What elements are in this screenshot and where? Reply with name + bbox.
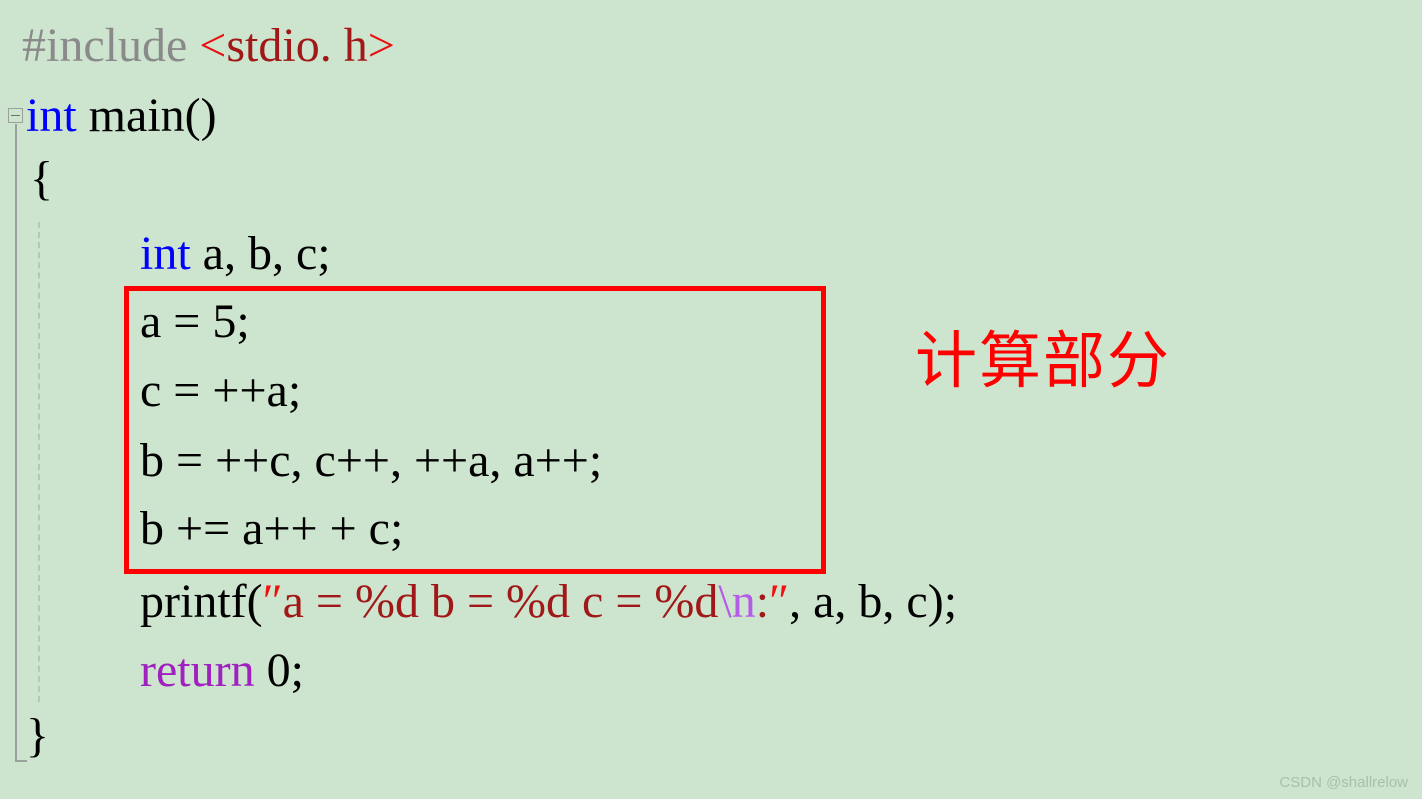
angle-bracket-open-token: < xyxy=(199,19,227,72)
argument-list-token: , a, b, c); xyxy=(789,575,958,628)
string-literal-tail-token: : xyxy=(755,575,770,628)
string-open-quote-token: ″ xyxy=(262,575,283,628)
code-line-include[interactable]: #include <stdio. h> xyxy=(22,22,395,70)
angle-bracket-close-token: > xyxy=(367,19,395,72)
code-line-assign-a[interactable]: a = 5; xyxy=(140,298,250,346)
statement-token: b = ++c, c++, ++a, a++; xyxy=(140,434,603,487)
code-line-declaration[interactable]: int a, b, c; xyxy=(140,230,331,278)
variable-list-token: a, b, c; xyxy=(190,227,331,280)
annotation-label: 计算部分 xyxy=(915,324,1172,397)
code-editor-canvas: #include <stdio. h> int main() { int a, … xyxy=(0,0,1422,799)
statement-token: c = ++a; xyxy=(140,364,302,417)
code-line-assign-b-compound[interactable]: b += a++ + c; xyxy=(140,505,403,553)
close-brace-token: } xyxy=(26,709,50,762)
statement-token: b += a++ + c; xyxy=(140,502,404,555)
function-call-token: printf( xyxy=(140,575,263,628)
open-brace-token: { xyxy=(30,152,54,205)
keyword-int-token: int xyxy=(140,227,191,280)
preprocessor-directive-token: #include xyxy=(22,19,200,72)
fold-range-line xyxy=(15,124,17,762)
code-line-printf[interactable]: printf(″a = %d b = %d c = %d\n:″, a, b, … xyxy=(140,578,957,626)
code-line-return[interactable]: return 0; xyxy=(140,647,304,695)
keyword-return-token: return xyxy=(140,644,255,697)
collapse-fold-icon[interactable] xyxy=(8,108,23,123)
string-literal-token: a = %d b = %d c = %d xyxy=(282,575,719,628)
code-line-close-brace[interactable]: } xyxy=(26,712,49,760)
header-name-token: stdio. h xyxy=(226,19,368,72)
string-close-quote-token: ″ xyxy=(769,575,790,628)
return-value-token: 0; xyxy=(254,644,304,697)
escape-sequence-token: \n xyxy=(718,575,756,628)
function-name-token: main() xyxy=(76,89,217,142)
code-line-assign-b-comma[interactable]: b = ++c, c++, ++a, a++; xyxy=(140,437,602,485)
code-line-main-signature[interactable]: int main() xyxy=(26,92,217,140)
indent-guide-line xyxy=(38,222,40,702)
watermark-text: CSDN @shallrelow xyxy=(1279,774,1408,791)
code-line-assign-c[interactable]: c = ++a; xyxy=(140,367,301,415)
code-line-open-brace[interactable]: { xyxy=(30,155,53,203)
keyword-int-token: int xyxy=(26,89,77,142)
statement-token: a = 5; xyxy=(140,295,250,348)
